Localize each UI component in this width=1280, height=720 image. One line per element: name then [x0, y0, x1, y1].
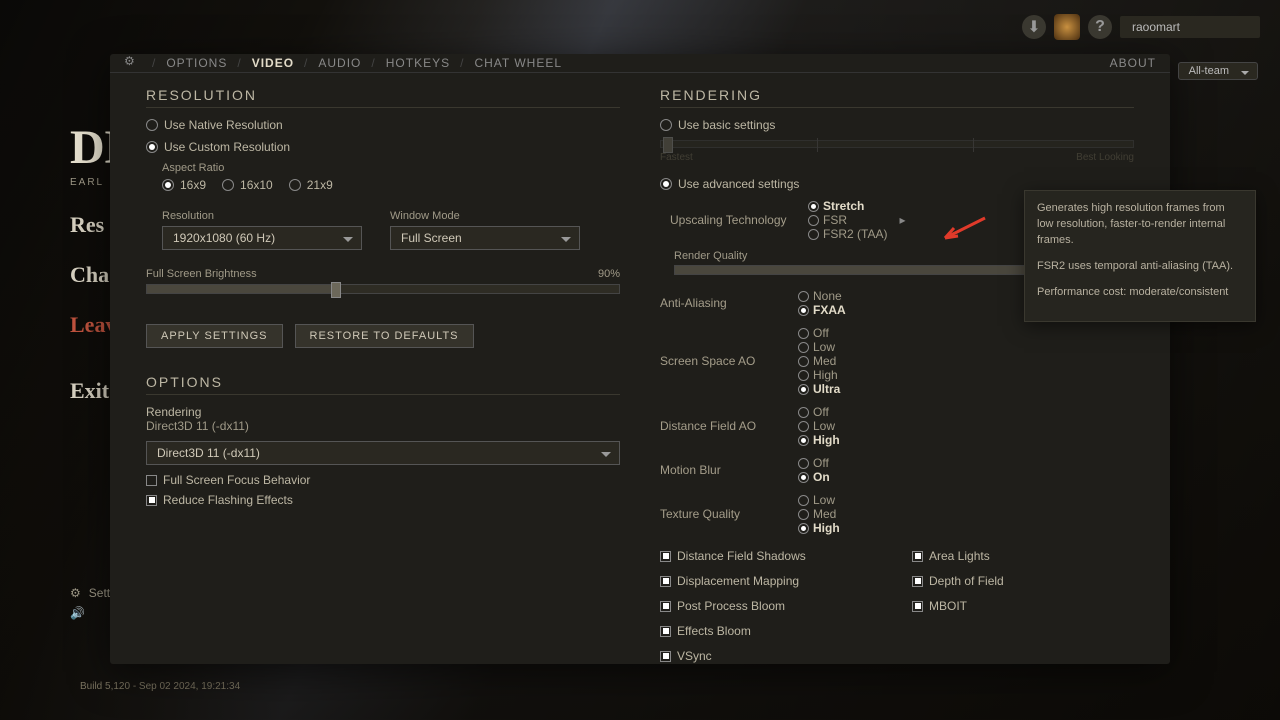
- upscaling-tooltip: Generates high resolution frames from lo…: [1024, 190, 1256, 322]
- tab-options[interactable]: OPTIONS: [166, 56, 227, 70]
- tex-label: Texture Quality: [660, 507, 790, 521]
- aspect-16x9[interactable]: 16x9: [162, 178, 206, 192]
- aa-none[interactable]: None: [798, 289, 846, 303]
- checkbox-distance-field-shadows[interactable]: Distance Field Shadows: [660, 549, 882, 563]
- upscale-fsr2taa[interactable]: FSR2 (TAA): [808, 227, 887, 241]
- aspect-21x9[interactable]: 21x9: [289, 178, 333, 192]
- bg-footer: ⚙Sett 🔊: [70, 580, 110, 620]
- tab-chatwheel[interactable]: CHAT WHEEL: [474, 56, 562, 70]
- radio-basic-settings[interactable]: Use basic settings: [660, 118, 1134, 132]
- window-mode-select[interactable]: Full Screen: [390, 226, 580, 250]
- mblur-label: Motion Blur: [660, 463, 790, 477]
- texq-low[interactable]: Low: [798, 493, 840, 507]
- checkbox-focus-behavior[interactable]: Full Screen Focus Behavior: [146, 473, 620, 487]
- tab-hotkeys[interactable]: HOTKEYS: [386, 56, 450, 70]
- resolution-heading: RESOLUTION: [146, 87, 620, 108]
- username-field[interactable]: raoomart: [1120, 16, 1260, 38]
- ssao-high[interactable]: High: [798, 368, 840, 382]
- download-icon[interactable]: ⬇: [1022, 15, 1046, 39]
- radio-advanced-settings[interactable]: Use advanced settings: [660, 177, 1134, 191]
- dfao-label: Distance Field AO: [660, 419, 790, 433]
- radio-custom-resolution[interactable]: Use Custom Resolution: [146, 140, 620, 154]
- checkbox-vsync[interactable]: VSync: [660, 649, 882, 663]
- ssao-label: Screen Space AO: [660, 354, 790, 368]
- game-logo-icon[interactable]: [1054, 14, 1080, 40]
- brightness-slider[interactable]: [146, 284, 620, 294]
- ssao-med[interactable]: Med: [798, 354, 840, 368]
- tab-audio[interactable]: AUDIO: [318, 56, 361, 70]
- upscale-stretch[interactable]: Stretch: [808, 199, 887, 213]
- left-column: RESOLUTION Use Native Resolution Use Cus…: [110, 73, 646, 679]
- upscaling-label: Upscaling Technology: [670, 213, 800, 227]
- ssao-ultra[interactable]: Ultra: [798, 382, 840, 396]
- checkbox-area-lights[interactable]: Area Lights: [912, 549, 1134, 563]
- checkbox-displacement-mapping[interactable]: Displacement Mapping: [660, 574, 882, 588]
- checkbox-reduce-flash[interactable]: Reduce Flashing Effects: [146, 493, 620, 507]
- rendering-checkboxes: Distance Field Shadows Area Lights Displac…: [660, 549, 1134, 669]
- ssao-off[interactable]: Off: [798, 326, 840, 340]
- menu-settings[interactable]: ⚙Sett: [70, 586, 110, 600]
- rendering-label: Rendering: [146, 405, 620, 419]
- checkbox-effects-bloom[interactable]: Effects Bloom: [660, 624, 882, 638]
- aspect-16x10[interactable]: 16x10: [222, 178, 273, 192]
- tab-about[interactable]: ABOUT: [1110, 56, 1156, 70]
- right-column: RENDERING Use basic settings Fastest Bes…: [646, 73, 1170, 679]
- aspect-ratio-group: 16x9 16x10 21x9: [162, 178, 620, 200]
- radio-native-resolution[interactable]: Use Native Resolution: [146, 118, 620, 132]
- upscale-fsr[interactable]: FSR: [808, 213, 887, 227]
- checkbox-mboit[interactable]: MBOIT: [912, 599, 1134, 613]
- chat-channel-select[interactable]: All-team: [1178, 62, 1258, 80]
- menu-sound[interactable]: 🔊: [70, 606, 110, 620]
- restore-defaults-button[interactable]: RESTORE TO DEFAULTS: [295, 324, 474, 348]
- settings-panel: ⚙ / OPTIONS / VIDEO / AUDIO / HOTKEYS / …: [110, 54, 1170, 664]
- chevron-right-icon[interactable]: ▸: [899, 213, 905, 227]
- texq-high[interactable]: High: [798, 521, 840, 535]
- build-info: Build 5,120 - Sep 02 2024, 19:21:34: [80, 681, 240, 692]
- aa-fxaa[interactable]: FXAA: [798, 303, 846, 317]
- resolution-label: Resolution: [162, 210, 362, 222]
- rendering-sublabel: Direct3D 11 (-dx11): [146, 419, 620, 433]
- help-icon[interactable]: ?: [1088, 15, 1112, 39]
- mblur-on[interactable]: On: [798, 470, 830, 484]
- texq-med[interactable]: Med: [798, 507, 840, 521]
- topbar: ⬇ ? raoomart: [1022, 14, 1260, 40]
- resolution-select[interactable]: 1920x1080 (60 Hz): [162, 226, 362, 250]
- rendering-heading: RENDERING: [660, 87, 1134, 108]
- checkbox-depth-of-field[interactable]: Depth of Field: [912, 574, 1134, 588]
- ssao-low[interactable]: Low: [798, 340, 840, 354]
- dfao-off[interactable]: Off: [798, 405, 840, 419]
- window-mode-label: Window Mode: [390, 210, 580, 222]
- settings-tabs: ⚙ / OPTIONS / VIDEO / AUDIO / HOTKEYS / …: [110, 54, 1170, 73]
- options-heading: OPTIONS: [146, 374, 620, 395]
- dfao-high[interactable]: High: [798, 433, 840, 447]
- brightness-label: Full Screen Brightness: [146, 268, 257, 280]
- brightness-value: 90%: [598, 268, 620, 280]
- dfao-low[interactable]: Low: [798, 419, 840, 433]
- rendering-api-select[interactable]: Direct3D 11 (-dx11): [146, 441, 620, 465]
- apply-settings-button[interactable]: APPLY SETTINGS: [146, 324, 283, 348]
- checkbox-post-process-bloom[interactable]: Post Process Bloom: [660, 599, 882, 613]
- tab-video[interactable]: VIDEO: [252, 56, 294, 70]
- aa-label: Anti-Aliasing: [660, 296, 790, 310]
- basic-quality-slider: Fastest Best Looking: [660, 140, 1134, 163]
- mblur-off[interactable]: Off: [798, 456, 830, 470]
- aspect-ratio-label: Aspect Ratio: [162, 162, 620, 174]
- speaker-icon: 🔊: [70, 606, 85, 620]
- gear-icon: ⚙: [70, 586, 81, 600]
- gear-icon: ⚙: [124, 54, 142, 72]
